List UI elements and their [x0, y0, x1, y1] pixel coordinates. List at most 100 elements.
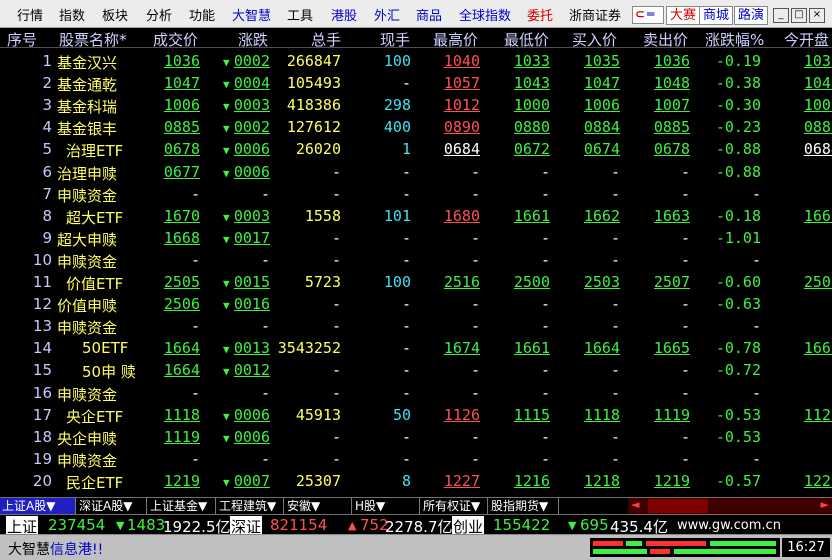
row-cur-vol: -	[401, 361, 411, 380]
table-row[interactable]: 11 价值ETF 2505 0015 ▼ 5723 100 2516 2500 2503 2507 -…	[0, 271, 832, 293]
menu-sector[interactable]: 板块	[102, 5, 128, 24]
menu-forex[interactable]: 外汇	[374, 5, 400, 24]
row-change: 0004	[233, 74, 270, 93]
menu-trade[interactable]: 委托	[527, 5, 553, 24]
row-change: 0015	[233, 273, 270, 291]
table-row[interactable]: 7申赎资金----------	[0, 183, 832, 205]
table-row[interactable]: 3 基金科瑞 1006 0003 ▼ 418386 298 1012 1000 1006 1007 -…	[0, 94, 832, 116]
table-row[interactable]: 13申赎资金----------	[0, 315, 832, 337]
row-price: 2505	[163, 273, 200, 291]
menu-commodities[interactable]: 商品	[416, 5, 442, 24]
menu-function[interactable]: 功能	[189, 5, 215, 24]
row-high: 1012	[443, 96, 480, 115]
scroll-left-icon[interactable]: ◄	[631, 498, 639, 511]
news-ticker[interactable]: 大智慧信息港!!	[8, 539, 103, 559]
col-cur-vol[interactable]: 现手	[380, 29, 410, 50]
col-price[interactable]: 成交价	[153, 29, 198, 50]
row-low: -	[540, 295, 550, 314]
menu-global-index[interactable]: 全球指数	[459, 5, 511, 24]
minimize-button[interactable]: _	[773, 8, 789, 23]
row-name: 央企ETF	[66, 407, 124, 426]
market-breadth-bars	[590, 538, 780, 557]
row-change: 0016	[233, 295, 270, 314]
table-row[interactable]: 5 治理ETF 0678 0006 ▼ 26020 1 0684 0672 0674 0678 -0.…	[0, 138, 832, 160]
menu-index[interactable]: 指数	[59, 5, 85, 24]
status-bar: 大智慧信息港!! 16:27	[0, 534, 832, 560]
table-row[interactable]: 8 超大ETF 1670 0003 ▼ 1558 101 1680 1661 1662 1663 -0…	[0, 205, 832, 227]
menu-hk-stocks[interactable]: 港股	[331, 5, 357, 24]
row-volume: -	[331, 295, 341, 314]
tab-index-futures[interactable]: 股指期货▼	[489, 498, 559, 514]
menu-tools[interactable]: 工具	[287, 5, 313, 24]
contest-button[interactable]: 大赛	[666, 6, 701, 25]
col-ask[interactable]: 卖出价	[643, 29, 688, 50]
row-pct: -0.53	[715, 427, 761, 446]
col-bid[interactable]: 买入价	[572, 29, 617, 50]
quote-table: 1 基金汉兴 1036 0002 ▼ 266847 100 1040 1033 1035 1036-…	[0, 50, 832, 496]
row-change: 0002	[233, 52, 270, 70]
col-pct[interactable]: 涨跌幅%	[705, 29, 764, 50]
menu-broker[interactable]: 浙商证券	[569, 5, 621, 24]
col-index[interactable]: 序号	[7, 29, 37, 50]
row-open: 1661	[803, 206, 832, 225]
tab-sh-a[interactable]: 上证A股▼	[0, 498, 76, 514]
menu-analysis[interactable]: 分析	[146, 5, 172, 24]
row-high: -	[470, 184, 480, 203]
tab-sz-a[interactable]: 深证A股▼	[77, 498, 147, 514]
row-index: 15	[32, 361, 52, 380]
menu-dzh[interactable]: 大智慧	[232, 5, 271, 24]
table-row[interactable]: 1 基金汉兴 1036 0002 ▼ 266847 100 1040 1033 1035 1036 -…	[0, 50, 832, 72]
tab-construction[interactable]: 工程建筑▼	[217, 498, 284, 514]
sheet-tab-bar: 上证A股▼ 深证A股▼ 上证基金▼ 工程建筑▼ 安徽▼ H股▼ 所有权证▼ 股指…	[0, 497, 832, 514]
down-arrow-icon: ▼	[223, 277, 230, 290]
table-row[interactable]: 20 民企ETF 1219 0007 ▼ 25307 8 1227 1216 1218 1219 -0…	[0, 470, 832, 492]
row-price: -	[190, 383, 200, 402]
mall-button[interactable]: 商城	[699, 6, 734, 25]
tab-anhui[interactable]: 安徽▼	[285, 498, 352, 514]
scroll-thumb[interactable]	[648, 499, 708, 513]
tab-sh-fund[interactable]: 上证基金▼	[148, 498, 216, 514]
table-row[interactable]: 16申赎资金----------	[0, 382, 832, 404]
row-bid: -	[610, 427, 620, 446]
row-low: -	[540, 361, 550, 380]
row-name: 价值申赎	[57, 297, 118, 316]
col-high[interactable]: 最高价	[433, 29, 478, 50]
website-link[interactable]: www.gw.com.cn	[677, 518, 781, 533]
table-row[interactable]: 1550申 赎16640012▼-------0.72-	[0, 359, 832, 381]
row-ask: -	[680, 228, 690, 247]
scroll-right-icon[interactable]: ►	[821, 498, 829, 511]
col-name[interactable]: 股票名称*	[59, 29, 127, 50]
row-price: -	[190, 449, 200, 468]
menu-quotes[interactable]: 行情	[17, 5, 43, 24]
tab-warrants[interactable]: 所有权证▼	[421, 498, 488, 514]
horizontal-scrollbar[interactable]: ◄ ►	[628, 498, 832, 514]
table-row[interactable]: 9超大申赎16680017▼-------1.01-	[0, 227, 832, 249]
down-arrow-icon: ▼	[223, 299, 230, 313]
tab-h-shares[interactable]: H股▼	[353, 498, 420, 514]
table-row[interactable]: 18央企申赎11190006▼-------0.53-	[0, 426, 832, 448]
table-row[interactable]: 4 基金银丰 0885 0002 ▼ 127612 400 0890 0880 0884 0885 -…	[0, 116, 832, 138]
table-row[interactable]: 2 基金通乾 1047 0004 ▼ 105493 - 1057 1043 1047 1048 -0.…	[0, 72, 832, 94]
row-price: 1047	[163, 74, 200, 93]
row-change: 0007	[233, 471, 270, 490]
cy-index-change: 695	[580, 516, 609, 534]
table-row[interactable]: 6治理申赎06770006▼-------0.88-	[0, 161, 832, 183]
row-index: 2	[42, 74, 52, 93]
table-row[interactable]: 10申赎资金----------	[0, 249, 832, 271]
table-row[interactable]: 14 50ETF 1664 0013 ▼ 3543252 - 1674 1661 1664 1665…	[0, 337, 832, 359]
col-volume[interactable]: 总手	[311, 29, 341, 50]
table-row[interactable]: 19申赎资金----------	[0, 448, 832, 470]
row-bid: -	[610, 184, 620, 203]
down-arrow-icon: ▼	[223, 78, 230, 92]
close-button[interactable]: ×	[809, 8, 825, 23]
table-row[interactable]: 12价值申赎25060016▼-------0.63-	[0, 293, 832, 315]
maximize-button[interactable]: □	[791, 8, 807, 23]
table-row[interactable]: 17 央企ETF 1118 0006 ▼ 45913 50 1126 1115 1118 1119 -…	[0, 404, 832, 426]
col-open[interactable]: 今开盘	[784, 29, 829, 50]
row-bid: 1006	[583, 96, 620, 115]
row-pct: -1.01	[715, 228, 761, 247]
col-low[interactable]: 最低价	[504, 29, 549, 50]
col-change[interactable]: 涨跌	[238, 29, 268, 50]
row-index: 12	[32, 295, 52, 314]
roadshow-button[interactable]: 路演	[734, 6, 769, 25]
